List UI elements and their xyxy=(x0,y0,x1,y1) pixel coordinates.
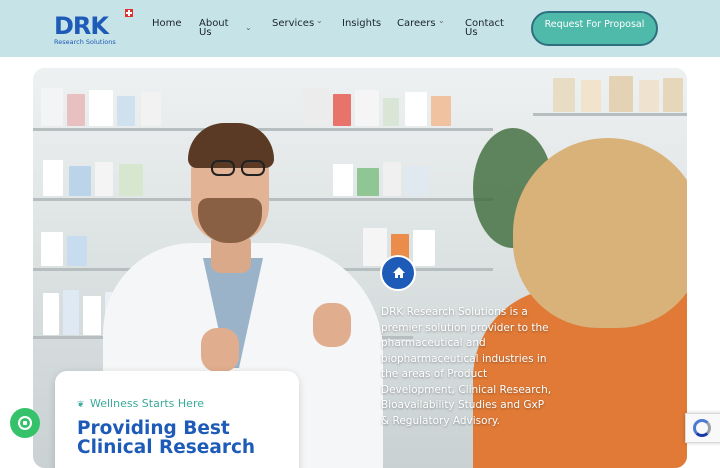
nav-about-us[interactable]: About Us xyxy=(199,19,233,38)
home-icon xyxy=(393,267,405,279)
nav-contact-us[interactable]: Contact Us xyxy=(465,19,505,38)
swiss-flag-icon xyxy=(125,9,133,17)
nav-careers[interactable]: Careers xyxy=(397,19,436,29)
home-button[interactable] xyxy=(380,255,416,291)
chevron-down-icon[interactable]: ⌄ xyxy=(438,16,445,25)
nav-home[interactable]: Home xyxy=(152,19,182,29)
logo-wordmark: DRK xyxy=(54,12,109,40)
request-proposal-button[interactable]: Request For Proposal xyxy=(531,11,658,46)
card-tag-text: Wellness Starts Here xyxy=(90,397,204,410)
chevron-down-icon[interactable]: ⌄ xyxy=(316,16,323,25)
card-title: Providing Best Clinical Research xyxy=(77,418,256,458)
leaf-icon: ❦ xyxy=(77,400,85,410)
nav-services[interactable]: Services xyxy=(272,19,314,29)
nav-insights[interactable]: Insights xyxy=(342,19,381,29)
hero-description: DRK Research Solutions is a premier solu… xyxy=(381,306,552,427)
card-tagline: ❦ Wellness Starts Here xyxy=(77,397,204,410)
hero-card: ❦ Wellness Starts Here Providing Best Cli… xyxy=(55,371,299,468)
logo-subtitle: Research Solutions xyxy=(54,38,116,46)
hero-banner: DRK Research Solutions is a premier solu… xyxy=(33,68,687,468)
whatsapp-button[interactable] xyxy=(10,408,40,438)
site-logo[interactable]: DRK Research Solutions xyxy=(54,9,136,47)
recaptcha-icon xyxy=(693,419,711,437)
chevron-down-icon[interactable]: ⌄ xyxy=(245,23,252,32)
recaptcha-badge[interactable] xyxy=(685,413,720,443)
whatsapp-icon xyxy=(18,416,32,430)
site-header: DRK Research Solutions Home About Us ⌄ S… xyxy=(0,0,720,57)
